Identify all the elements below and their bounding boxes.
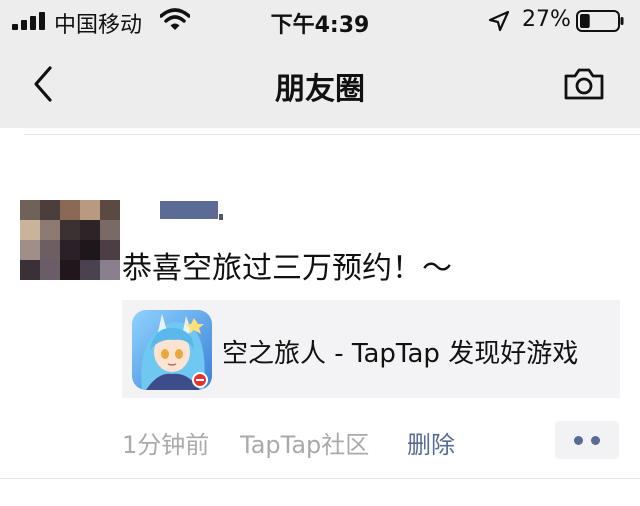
battery-percent: 27% (522, 7, 571, 32)
delete-button[interactable]: 删除 (407, 425, 455, 460)
navbar: 朋友圈 (0, 42, 640, 128)
more-actions-button[interactable] (555, 421, 619, 459)
more-dots-icon (591, 436, 600, 445)
shared-link-card[interactable]: 空之旅人 - TapTap 发现好游戏 (122, 300, 620, 398)
link-title: 空之旅人 - TapTap 发现好游戏 (222, 339, 579, 369)
more-dots-icon (574, 436, 583, 445)
location-arrow-icon (488, 10, 510, 32)
battery-icon (576, 10, 624, 32)
page-title: 朋友圈 (275, 72, 365, 107)
divider (0, 478, 640, 479)
post-source-link[interactable]: TapTap社区 (240, 425, 369, 460)
post-text: 恭喜空旅过三万预约！～ (122, 251, 452, 286)
post-time: 1分钟前 (122, 431, 210, 459)
username-mark (219, 214, 223, 220)
status-bar: 中国移动 下午4:39 27% (0, 0, 640, 42)
game-app-icon (132, 310, 212, 390)
username-redacted[interactable] (160, 201, 218, 219)
avatar[interactable] (20, 200, 120, 280)
camera-icon[interactable] (562, 66, 606, 102)
divider (24, 134, 640, 135)
header: 中国移动 下午4:39 27% 朋友圈 (0, 0, 640, 128)
